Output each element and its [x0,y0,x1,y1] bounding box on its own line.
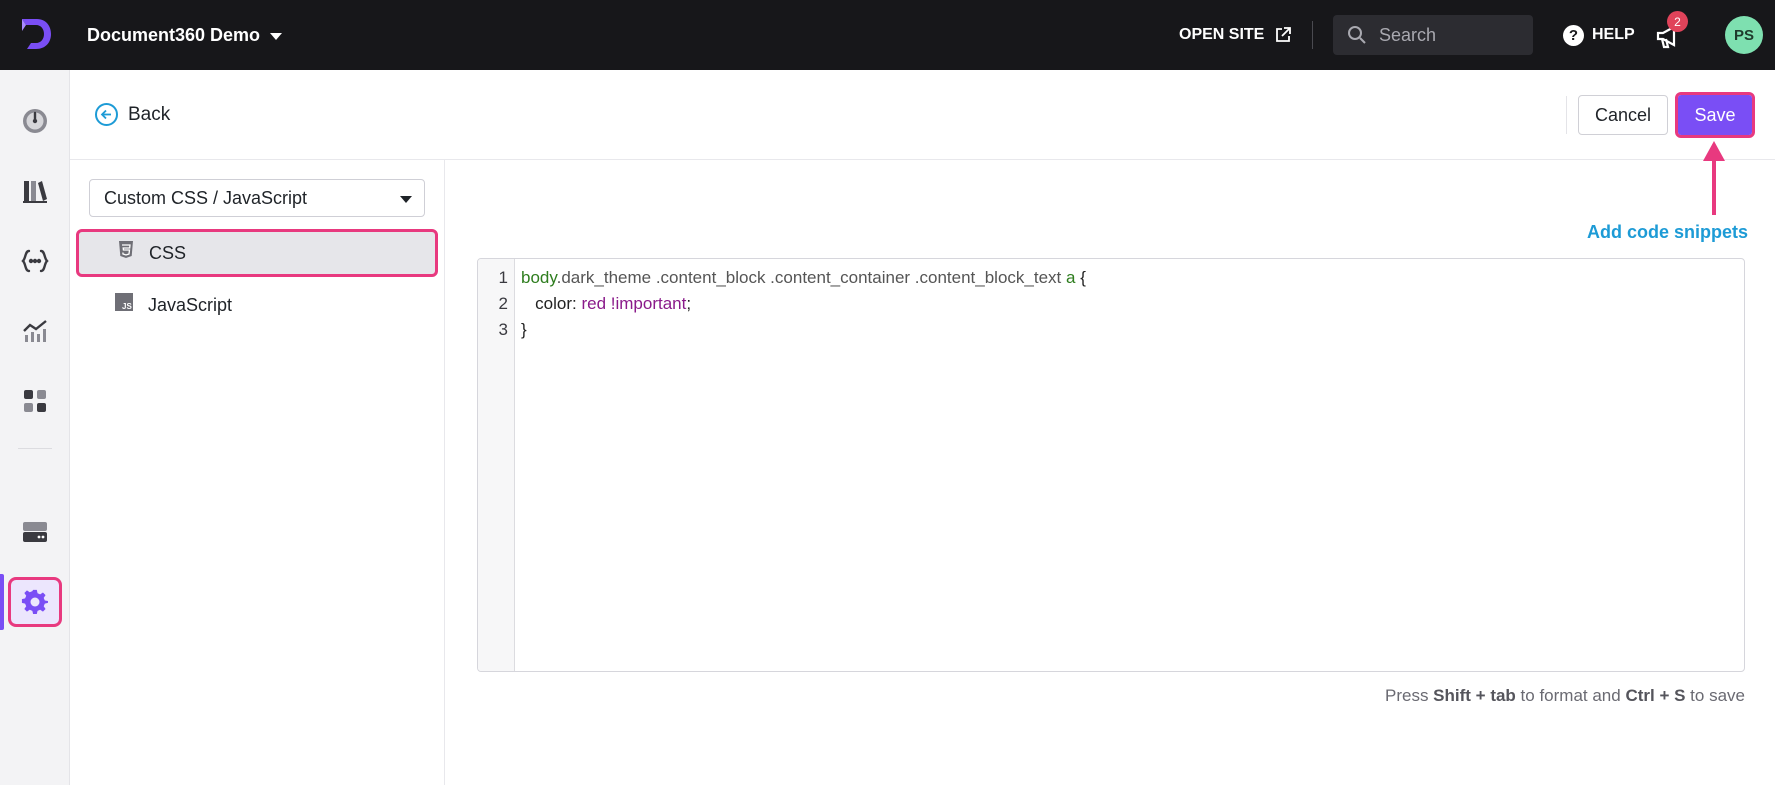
hint-shortcut: Ctrl + S [1625,686,1686,705]
hint-text: Press [1384,686,1434,705]
cancel-button[interactable]: Cancel [1578,95,1668,135]
arrow-left-icon [95,103,118,126]
help-label: HELP [1592,26,1635,43]
rail-item-widgets[interactable] [17,383,53,419]
file-item-css[interactable]: CSS [76,229,438,277]
rail-item-analytics[interactable] [17,313,53,349]
arrow-up-annotation-icon [1703,141,1725,215]
editor-hint: Press Shift + tab to format and Ctrl + S… [1385,686,1745,706]
rail-active-indicator [0,574,4,630]
file-item-javascript[interactable]: JS JavaScript [76,281,438,329]
rail-item-documentation[interactable] [17,173,53,209]
rail-item-settings[interactable] [8,577,62,627]
top-bar: Document360 Demo OPEN SITE ? HELP 2 PS [0,0,1775,70]
hint-text: to save [1685,686,1745,705]
documentation-icon [23,181,47,203]
dashboard-icon [23,109,47,133]
hint-text: to format and [1515,686,1626,705]
custom-code-select[interactable]: Custom CSS / JavaScript [89,179,425,217]
search-input[interactable] [1379,24,1519,46]
code-token-value: red !important [581,294,687,313]
search-box[interactable] [1333,15,1533,55]
code-token-brace: { [1075,268,1086,287]
analytics-icon [23,320,47,342]
drive-icon [23,522,47,542]
back-button[interactable]: Back [95,103,170,126]
divider [1312,21,1313,49]
file-item-label: JavaScript [148,294,233,315]
select-value: Custom CSS / JavaScript [104,187,308,208]
line-number: 3 [498,320,508,339]
chevron-down-icon [400,196,412,203]
add-code-snippets-link[interactable]: Add code snippets [1587,222,1748,243]
divider [1566,96,1567,134]
help-icon: ? [1563,24,1584,46]
open-site-link[interactable]: OPEN SITE [1179,0,1292,70]
rail-divider [18,448,52,449]
rail-item-dashboard[interactable] [17,103,53,139]
rail-item-api-docs[interactable] [17,243,53,279]
file-item-label: CSS [149,242,187,263]
project-name: Document360 Demo [87,24,261,45]
svg-text:JS: JS [122,302,132,311]
notification-badge: 2 [1667,11,1688,32]
api-docs-icon [21,249,49,273]
line-number: 1 [498,268,508,287]
code-line[interactable]: color: red !important; [521,294,691,314]
line-number: 2 [498,294,508,313]
document360-logo-icon[interactable] [18,16,54,52]
js-file-icon: JS [115,293,133,311]
css-file-icon [119,241,133,258]
code-token-selector: .dark_theme .content_block .content_cont… [556,268,1066,287]
rail-item-drive[interactable] [17,514,53,550]
file-panel: Custom CSS / JavaScript CSS JS JavaScrip… [70,160,445,785]
hint-shortcut: Shift + tab [1433,686,1516,705]
code-token-tag: body [521,268,557,287]
rail-item-dashboard[interactable] [17,70,53,106]
save-highlight: Save [1675,92,1755,138]
open-site-label: OPEN SITE [1179,26,1265,43]
code-token-punct: ; [686,294,692,313]
code-editor[interactable]: 1 2 3 body.dark_theme .content_block .co… [477,258,1745,672]
save-button[interactable]: Save [1678,95,1752,135]
code-token-brace: } [521,320,527,339]
code-line[interactable]: body.dark_theme .content_block .content_… [521,268,1086,288]
help-button[interactable]: ? HELP [1563,0,1635,70]
code-token-property: color: [521,294,582,313]
search-icon [1348,26,1366,44]
back-label: Back [128,103,171,125]
code-line[interactable]: } [521,320,527,340]
page-header: Back Cancel Save [70,70,1775,160]
line-number-gutter: 1 2 3 [478,259,515,671]
chevron-down-icon [270,32,283,40]
external-link-icon [1276,27,1292,42]
settings-icon [21,589,48,615]
project-switcher[interactable]: Document360 Demo [87,0,283,70]
widgets-icon [24,390,46,412]
avatar[interactable]: PS [1725,16,1763,54]
